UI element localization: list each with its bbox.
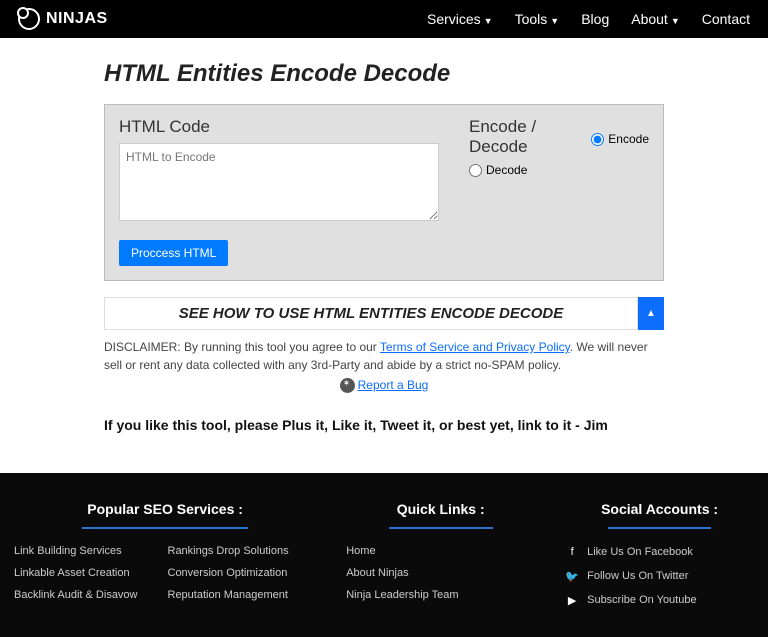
nav-tools[interactable]: Tools▼ <box>515 11 560 27</box>
chevron-down-icon: ▼ <box>671 16 680 26</box>
decode-option[interactable]: Decode <box>469 163 649 177</box>
mode-label: Encode / Decode <box>469 117 587 157</box>
footer-link[interactable]: Rankings Drop Solutions <box>168 545 289 557</box>
collapse-toggle[interactable]: ▲ <box>638 297 664 330</box>
brand-text: NINJAS <box>46 10 108 28</box>
social-twitter[interactable]: 🐦Follow Us On Twitter <box>565 569 754 583</box>
bug-icon <box>340 378 355 393</box>
encode-option[interactable]: Encode <box>591 132 649 146</box>
chevron-down-icon: ▼ <box>550 16 559 26</box>
page-title: HTML Entities Encode Decode <box>104 60 664 88</box>
process-button[interactable]: Proccess HTML <box>119 240 228 266</box>
ninja-icon <box>18 8 40 30</box>
footer-link[interactable]: Linkable Asset Creation <box>14 567 138 579</box>
nav-about[interactable]: About▼ <box>631 11 680 27</box>
chevron-down-icon: ▼ <box>484 16 493 26</box>
footer-title-quicklinks: Quick Links : <box>346 501 535 517</box>
footer-link[interactable]: Backlink Audit & Disavow <box>14 589 138 601</box>
footer-title-social: Social Accounts : <box>565 501 754 517</box>
footer-link[interactable]: Home <box>346 545 535 557</box>
social-facebook[interactable]: fLike Us On Facebook <box>565 545 754 559</box>
twitter-icon: 🐦 <box>565 569 579 583</box>
brand-logo[interactable]: NINJAS <box>18 8 108 30</box>
footer-link[interactable]: Conversion Optimization <box>168 567 289 579</box>
decode-radio[interactable] <box>469 164 482 177</box>
footer-title-services: Popular SEO Services : <box>14 501 316 517</box>
html-input[interactable] <box>119 143 439 221</box>
report-bug-link[interactable]: Report a Bug <box>358 378 429 392</box>
footer-link[interactable]: Reputation Management <box>168 589 289 601</box>
facebook-icon: f <box>565 545 579 559</box>
main-container: HTML Entities Encode Decode HTML Code Pr… <box>104 38 664 473</box>
services-list-a: Link Building Services Linkable Asset Cr… <box>14 545 138 611</box>
footer-col-services: Popular SEO Services : Link Building Ser… <box>14 501 316 617</box>
underline <box>608 527 712 529</box>
nav-services[interactable]: Services▼ <box>427 11 493 27</box>
top-nav: NINJAS Services▼ Tools▼ Blog About▼ Cont… <box>0 0 768 38</box>
code-label: HTML Code <box>119 117 439 137</box>
tos-link[interactable]: Terms of Service and Privacy Policy <box>380 340 570 354</box>
see-how-banner[interactable]: SEE HOW TO USE HTML ENTITIES ENCODE DECO… <box>104 297 638 330</box>
footer-col-social: Social Accounts : fLike Us On Facebook 🐦… <box>565 501 754 617</box>
share-text: If you like this tool, please Plus it, L… <box>104 417 664 433</box>
footer-link[interactable]: Link Building Services <box>14 545 138 557</box>
social-youtube[interactable]: ▶Subscribe On Youtube <box>565 593 754 607</box>
footer: Popular SEO Services : Link Building Ser… <box>0 473 768 637</box>
footer-link[interactable]: About Ninjas <box>346 567 535 579</box>
nav-blog[interactable]: Blog <box>581 11 609 27</box>
youtube-icon: ▶ <box>565 593 579 607</box>
input-column: HTML Code Proccess HTML <box>119 117 439 266</box>
underline <box>82 527 248 529</box>
bug-row: Report a Bug <box>104 378 664 393</box>
see-how-row: SEE HOW TO USE HTML ENTITIES ENCODE DECO… <box>104 297 664 330</box>
services-list-b: Rankings Drop Solutions Conversion Optim… <box>168 545 289 611</box>
mode-column: Encode / Decode Encode Decode <box>469 117 649 266</box>
nav-contact[interactable]: Contact <box>702 11 750 27</box>
nav-menu: Services▼ Tools▼ Blog About▼ Contact <box>427 11 750 27</box>
encode-radio[interactable] <box>591 133 604 146</box>
tool-panel: HTML Code Proccess HTML Encode / Decode … <box>104 104 664 281</box>
footer-link[interactable]: Ninja Leadership Team <box>346 589 535 601</box>
underline <box>389 527 493 529</box>
footer-col-quicklinks: Quick Links : Home About Ninjas Ninja Le… <box>346 501 535 617</box>
disclaimer-text: DISCLAIMER: By running this tool you agr… <box>104 338 664 374</box>
chevron-up-icon: ▲ <box>646 308 656 319</box>
